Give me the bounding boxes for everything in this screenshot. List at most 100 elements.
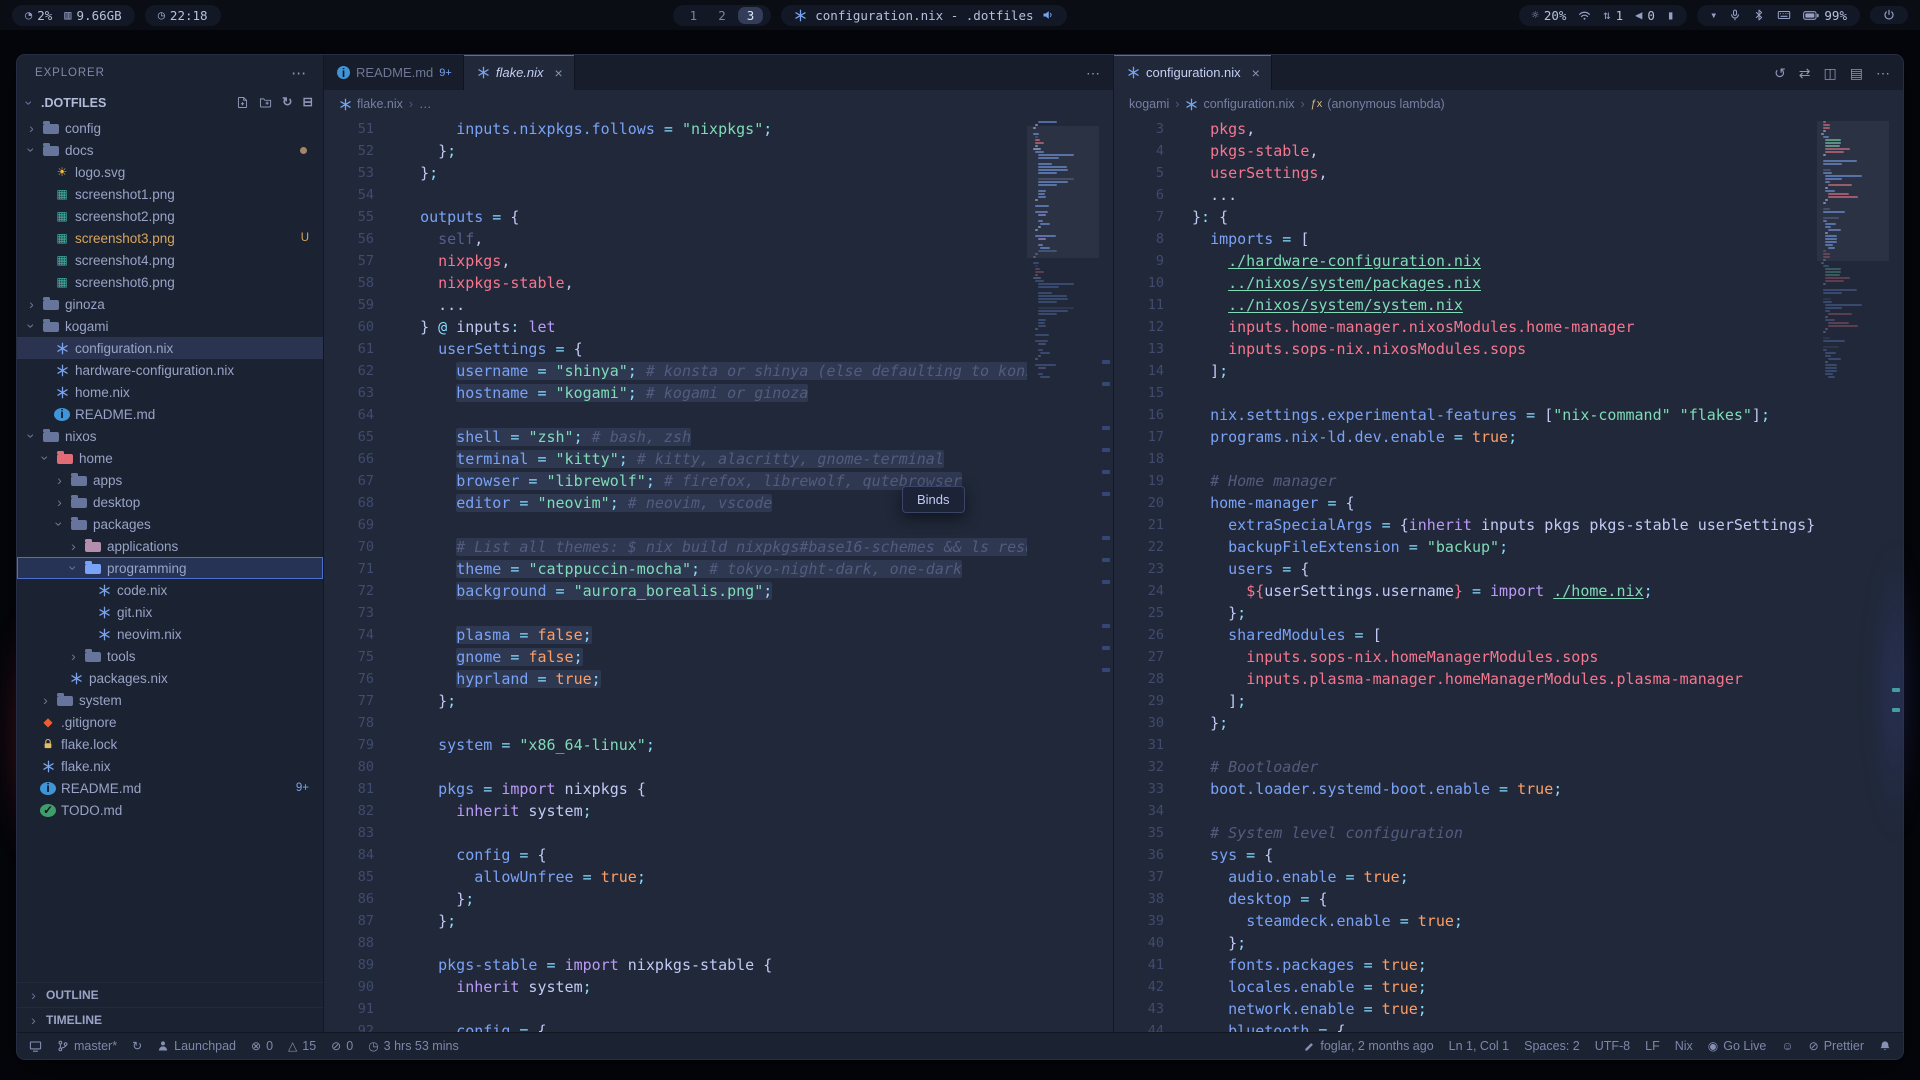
outline-section[interactable]: › OUTLINE: [17, 983, 323, 1008]
tree-file-screenshot2.png[interactable]: ▦screenshot2.png: [17, 205, 323, 227]
tree-file-flake.nix[interactable]: flake.nix: [17, 755, 323, 777]
power-module[interactable]: [1883, 9, 1895, 21]
close-icon[interactable]: ×: [555, 65, 563, 81]
breadcrumb-item[interactable]: kogami: [1129, 97, 1169, 111]
tree-file-git.nix[interactable]: git.nix: [17, 601, 323, 623]
tree-file-TODO.md[interactable]: ✓TODO.md: [17, 799, 323, 821]
scrollbar[interactable]: [1889, 118, 1903, 1032]
tree-folder-apps[interactable]: ›apps: [17, 469, 323, 491]
tab-flake.nix[interactable]: flake.nix×: [464, 55, 575, 90]
tree-folder-system[interactable]: ›system: [17, 689, 323, 711]
refresh-icon[interactable]: ↻: [282, 96, 292, 109]
split-icon[interactable]: ◫: [1824, 65, 1837, 81]
line-text: outputs = {: [402, 206, 519, 228]
tree-file-README.md[interactable]: iREADME.md: [17, 403, 323, 425]
code-area[interactable]: 3 pkgs,4 pkgs-stable,5 userSettings,6 ..…: [1114, 118, 1889, 1032]
tree-folder-tools[interactable]: ›tools: [17, 645, 323, 667]
tree-file-code.nix[interactable]: code.nix: [17, 579, 323, 601]
tree-file-neovim.nix[interactable]: neovim.nix: [17, 623, 323, 645]
tree-file-logo.svg[interactable]: ☀logo.svg: [17, 161, 323, 183]
caret-down-module[interactable]: ▾: [1710, 9, 1717, 21]
status-15[interactable]: △15: [288, 1039, 316, 1053]
minimap[interactable]: [1817, 118, 1889, 1032]
section-dotfiles[interactable]: › .DOTFILES ↻⊟: [17, 90, 323, 115]
tree-folder-docs[interactable]: ›docs: [17, 139, 323, 161]
tree-file-configuration.nix[interactable]: configuration.nix: [17, 337, 323, 359]
new-folder-icon[interactable]: [259, 96, 272, 109]
sync-icon[interactable]: ↻: [132, 1040, 142, 1052]
tree-file-.gitignore[interactable]: ◆.gitignore: [17, 711, 323, 733]
minimap[interactable]: [1027, 118, 1099, 1032]
status-0[interactable]: ⊗0: [251, 1039, 273, 1053]
breadcrumb-item[interactable]: …: [419, 97, 432, 111]
status-3-hrs-53-mins[interactable]: ◷3 hrs 53 mins: [368, 1039, 459, 1053]
workspace-1[interactable]: 1: [681, 7, 707, 24]
updown-module[interactable]: ⇅1: [1603, 8, 1623, 23]
breadcrumb-item[interactable]: configuration.nix: [1185, 97, 1294, 111]
more-icon[interactable]: ⋯: [1086, 65, 1100, 81]
code-area[interactable]: 51 inputs.nixpkgs.follows = "nixpkgs";52…: [324, 118, 1099, 1032]
more-icon[interactable]: ⋯: [1876, 65, 1890, 81]
new-file-icon[interactable]: [236, 96, 249, 109]
keyboard-module[interactable]: [1777, 8, 1791, 22]
scrollbar[interactable]: [1099, 118, 1113, 1032]
tree-file-packages.nix[interactable]: packages.nix: [17, 667, 323, 689]
bell-icon[interactable]: [1879, 1040, 1891, 1052]
memory-module[interactable]: ▥9.66GB: [64, 8, 121, 23]
tree-file-flake.lock[interactable]: flake.lock: [17, 733, 323, 755]
cpu-module[interactable]: ◔2%: [25, 8, 52, 23]
explorer-more-icon[interactable]: ⋯: [291, 64, 307, 82]
tree-file-home.nix[interactable]: home.nix: [17, 381, 323, 403]
tree-file-hardware-configuration.nix[interactable]: hardware-configuration.nix: [17, 359, 323, 381]
status-prettier[interactable]: ⊘Prettier: [1809, 1039, 1864, 1053]
tree-folder-packages[interactable]: ›packages: [17, 513, 323, 535]
volume-module[interactable]: ◀0: [1635, 8, 1655, 23]
brightness-module[interactable]: ☼20%: [1532, 8, 1567, 23]
wifi-module[interactable]: [1578, 9, 1591, 22]
status-0[interactable]: ⊘0: [331, 1039, 353, 1053]
tree-folder-applications[interactable]: ›applications: [17, 535, 323, 557]
tree-file-screenshot4.png[interactable]: ▦screenshot4.png: [17, 249, 323, 271]
close-icon[interactable]: ×: [1252, 65, 1260, 81]
tree-folder-desktop[interactable]: ›desktop: [17, 491, 323, 513]
pet-icon[interactable]: ☺: [1781, 1040, 1793, 1052]
monitor-icon[interactable]: [29, 1040, 42, 1053]
tree-file-screenshot6.png[interactable]: ▦screenshot6.png: [17, 271, 323, 293]
status-go-live[interactable]: ◉Go Live: [1708, 1039, 1767, 1053]
tab-README.md[interactable]: iREADME.md9+: [324, 55, 464, 90]
status-ln-1-col-1[interactable]: Ln 1, Col 1: [1449, 1039, 1509, 1053]
status-foglar-2-months-ago[interactable]: foglar, 2 months ago: [1304, 1039, 1433, 1053]
tree-file-README.md[interactable]: iREADME.md9+: [17, 777, 323, 799]
breadcrumb-item[interactable]: flake.nix: [339, 97, 403, 111]
layout-icon[interactable]: ▤: [1850, 65, 1863, 81]
minimap-slider[interactable]: [1027, 126, 1099, 258]
clock-module[interactable]: ◷22:18: [158, 8, 208, 23]
battery-module[interactable]: 99%: [1803, 8, 1847, 23]
status-master[interactable]: master*: [57, 1039, 117, 1053]
tree-folder-ginoza[interactable]: ›ginoza: [17, 293, 323, 315]
status-spaces-2[interactable]: Spaces: 2: [1524, 1039, 1580, 1053]
status-lf[interactable]: LF: [1645, 1039, 1660, 1053]
bluetooth-module[interactable]: [1753, 9, 1765, 21]
tree-folder-nixos[interactable]: ›nixos: [17, 425, 323, 447]
timeline-section[interactable]: › TIMELINE: [17, 1008, 323, 1032]
tree-folder-kogami[interactable]: ›kogami: [17, 315, 323, 337]
tree-folder-programming[interactable]: ›programming: [17, 557, 323, 579]
breadcrumb-item[interactable]: ƒx(anonymous lambda): [1311, 97, 1445, 111]
tree-folder-config[interactable]: ›config: [17, 117, 323, 139]
mic-module[interactable]: [1729, 9, 1741, 21]
workspace-3[interactable]: 3: [738, 7, 764, 24]
tree-file-screenshot3.png[interactable]: ▦screenshot3.pngU: [17, 227, 323, 249]
history-icon[interactable]: ↺: [1774, 65, 1786, 81]
status-nix[interactable]: Nix: [1675, 1039, 1693, 1053]
bar-module[interactable]: ▮: [1667, 9, 1674, 21]
tree-file-screenshot1.png[interactable]: ▦screenshot1.png: [17, 183, 323, 205]
status-launchpad[interactable]: Launchpad: [157, 1039, 236, 1053]
tab-configuration.nix[interactable]: configuration.nix×: [1114, 55, 1272, 90]
compare-icon[interactable]: ⇄: [1799, 65, 1811, 81]
collapse-icon[interactable]: ⊟: [303, 96, 313, 109]
workspace-2[interactable]: 2: [709, 7, 735, 24]
tree-folder-home[interactable]: ›home: [17, 447, 323, 469]
minimap-slider[interactable]: [1817, 121, 1889, 261]
status-utf-8[interactable]: UTF-8: [1595, 1039, 1630, 1053]
